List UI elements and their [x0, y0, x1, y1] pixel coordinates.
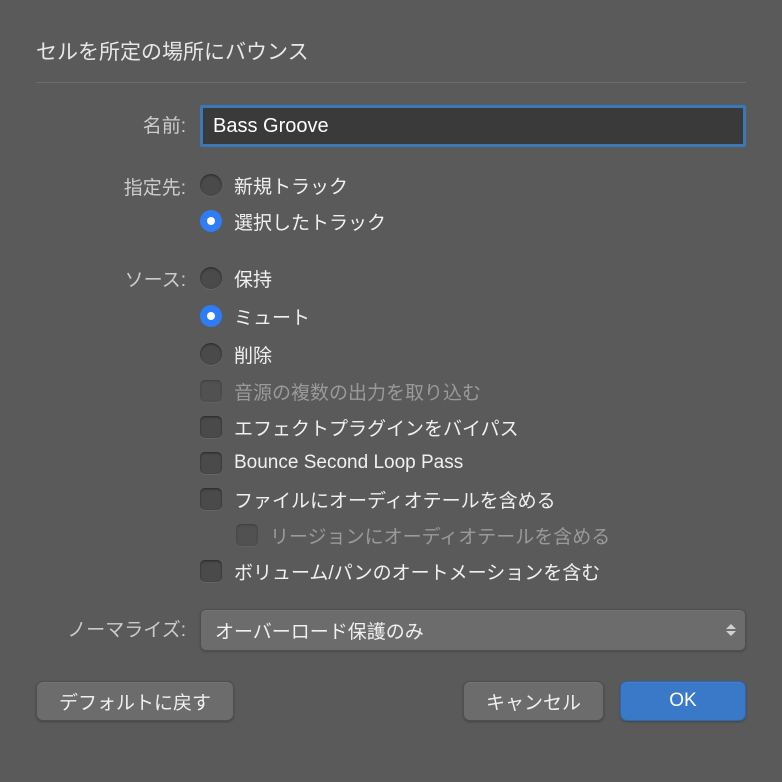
- source-label: ソース:: [36, 259, 200, 292]
- check-second-loop[interactable]: [200, 452, 222, 474]
- check-multi-output: [200, 380, 222, 402]
- destination-option-new-track: 新規トラック: [234, 172, 348, 199]
- source-option-mute: ミュート: [234, 303, 310, 330]
- check-vol-pan-automation-label: ボリューム/パンのオートメーションを含む: [234, 558, 600, 585]
- restore-defaults-button[interactable]: デフォルトに戻す: [36, 681, 234, 721]
- destination-label: 指定先:: [36, 167, 200, 200]
- source-radio-keep[interactable]: [200, 267, 222, 289]
- destination-option-selected-track: 選択したトラック: [234, 208, 386, 235]
- normalize-select-value: オーバーロード保護のみ: [215, 617, 424, 644]
- check-tail-region: [236, 524, 258, 546]
- check-bypass-fx-label: エフェクトプラグインをバイパス: [234, 414, 519, 441]
- name-label: 名前:: [36, 105, 200, 138]
- destination-radio-new-track[interactable]: [200, 174, 222, 196]
- cancel-button[interactable]: キャンセル: [463, 681, 604, 721]
- check-tail-region-label: リージョンにオーディオテールを含める: [270, 522, 610, 549]
- source-radio-delete[interactable]: [200, 343, 222, 365]
- check-second-loop-label: Bounce Second Loop Pass: [234, 452, 463, 474]
- destination-radio-selected-track[interactable]: [200, 210, 222, 232]
- normalize-select[interactable]: オーバーロード保護のみ: [200, 609, 746, 651]
- check-multi-output-label: 音源の複数の出力を取り込む: [234, 378, 481, 405]
- check-bypass-fx[interactable]: [200, 416, 222, 438]
- dialog-title: セルを所定の場所にバウンス: [36, 36, 746, 83]
- name-input[interactable]: [200, 105, 746, 147]
- check-tail-file-label: ファイルにオーディオテールを含める: [234, 486, 556, 513]
- normalize-label: ノーマライズ:: [36, 609, 200, 642]
- source-radio-mute[interactable]: [200, 305, 222, 327]
- source-option-keep: 保持: [234, 265, 272, 292]
- check-vol-pan-automation[interactable]: [200, 560, 222, 582]
- ok-button[interactable]: OK: [620, 681, 746, 721]
- source-option-delete: 削除: [234, 341, 272, 368]
- check-tail-file[interactable]: [200, 488, 222, 510]
